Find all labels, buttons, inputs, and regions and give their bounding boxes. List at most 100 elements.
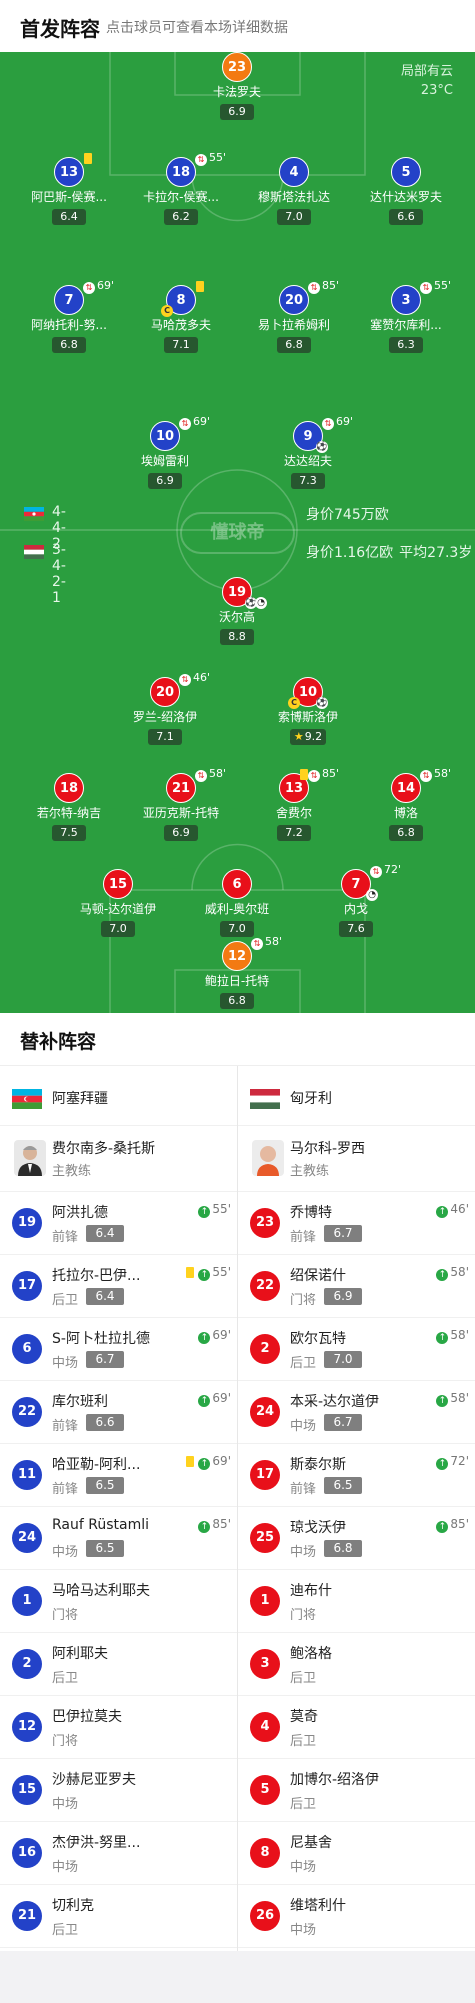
lineup-title: 首发阵容	[20, 17, 100, 41]
sub-player-row[interactable]: 24 本采-达尔道伊 中场 6.7 ↑ 58'	[238, 1381, 475, 1444]
coach-avatar	[14, 1140, 46, 1176]
player-name: 舍费尔	[275, 806, 312, 820]
sub-out-icon: ⇅	[195, 154, 207, 166]
sub-player-row[interactable]: 2 阿利耶夫 后卫	[0, 1633, 237, 1696]
jersey-number: 10	[150, 421, 180, 451]
sub-player-row[interactable]: 3 鲍洛格 后卫	[238, 1633, 475, 1696]
away-player-6[interactable]: 6 威利-奥尔班 7.0	[191, 869, 283, 937]
sub-player-row[interactable]: 5 加博尔-绍洛伊 后卫	[238, 1759, 475, 1822]
home-player-13[interactable]: 13 阿巴斯-侯赛... 6.4	[23, 153, 115, 225]
sub-player-row[interactable]: 24 Rauf Rüstamli 中场 6.5 ↑ 85'	[0, 1507, 237, 1570]
sub-player-row[interactable]: 22 库尔班利 前锋 6.6 ↑ 69'	[0, 1381, 237, 1444]
sub-player-position: 后卫	[52, 1293, 79, 1308]
home-player-20[interactable]: 20 易卜拉希姆利 6.8 ⇅ 85'	[248, 279, 340, 353]
away-bench-team[interactable]: 匈牙利	[238, 1066, 475, 1126]
home-market-value: 身价745万欧	[306, 507, 389, 523]
sub-player-row[interactable]: 17 托拉尔-巴伊... 后卫 6.4 ↑ 55'	[0, 1255, 237, 1318]
sub-player-row[interactable]: 2 欧尔瓦特 后卫 7.0 ↑ 58'	[238, 1318, 475, 1381]
sub-player-row[interactable]: 16 杰伊洪-努里... 中场	[0, 1822, 237, 1885]
jersey-number: 23	[222, 52, 252, 82]
sub-player-name: S-阿卜杜拉扎德	[52, 1331, 150, 1347]
home-player-3[interactable]: 3 塞赞尔库利... 6.3 ⇅ 55'	[360, 279, 452, 353]
home-player-9[interactable]: 9 达达绍夫 7.3 ⇅ 69' ⚽	[262, 415, 354, 489]
sub-in-event: ↑ 58'	[436, 1391, 469, 1407]
away-player-10[interactable]: 10 索博斯洛伊 ★9.2 C ⚽	[262, 677, 354, 745]
sub-in-event: ↑ 69'	[198, 1454, 231, 1470]
player-rating: ★9.2	[289, 729, 327, 745]
sub-player-row[interactable]: 1 迪布什 门将	[238, 1570, 475, 1633]
away-avg-age: 平均27.3岁	[399, 545, 473, 561]
sub-player-position: 后卫	[290, 1356, 317, 1371]
sub-in-icon: ↑	[436, 1269, 449, 1281]
yellow-card-icon	[186, 1267, 194, 1278]
sub-player-name: 琼戈沃伊	[290, 1520, 346, 1536]
home-bench-team-name: 阿塞拜疆	[52, 1091, 108, 1107]
sub-player-row[interactable]: 19 阿洪扎德 前锋 6.4 ↑ 55'	[0, 1192, 237, 1255]
sub-player-name: 阿利耶夫	[52, 1646, 108, 1662]
sub-out-event: ⇅ 69'	[83, 279, 114, 294]
sub-out-event: ⇅ 69'	[322, 415, 353, 430]
sub-in-event: ↑ 46'	[436, 1202, 469, 1218]
sub-player-row[interactable]: 4 莫奇 后卫	[238, 1696, 475, 1759]
sub-player-row[interactable]: 26 维塔利什 中场	[238, 1885, 475, 1948]
home-bench-team[interactable]: 阿塞拜疆	[0, 1066, 237, 1126]
home-player-10[interactable]: 10 埃姆雷利 6.9 ⇅ 69'	[119, 415, 211, 489]
sub-player-rating: 6.6	[86, 1414, 124, 1431]
sub-player-row[interactable]: 6 S-阿卜杜拉扎德 中场 6.7 ↑ 69'	[0, 1318, 237, 1381]
sub-player-rating: 6.5	[86, 1477, 124, 1494]
sub-player-row[interactable]: 17 斯泰尔斯 前锋 6.5 ↑ 72'	[238, 1444, 475, 1507]
sub-player-row[interactable]: 12 巴伊拉莫夫 门将	[0, 1696, 237, 1759]
sub-jersey-number: 12	[12, 1712, 42, 1742]
home-player-7[interactable]: 7 阿纳托利-努... 6.8 ⇅ 69'	[23, 279, 115, 353]
sub-in-event: ↑ 55'	[198, 1265, 231, 1281]
player-rating: 6.8	[220, 993, 254, 1009]
player-rating: 7.0	[277, 209, 311, 225]
away-coach[interactable]: 马尔科-罗西 主教练	[238, 1126, 475, 1192]
sub-jersey-number: 25	[250, 1523, 280, 1553]
bench-header: 替补阵容	[0, 1013, 475, 1066]
sub-player-row[interactable]: 21 切利克 后卫	[0, 1885, 237, 1948]
player-rating: 6.3	[389, 337, 423, 353]
home-player-18[interactable]: 18 卡拉尔-侯赛... 6.2 ⇅ 55'	[135, 151, 227, 225]
home-player-8[interactable]: 8 马哈茂多夫 7.1 C	[135, 281, 227, 353]
jersey-number: 18	[166, 157, 196, 187]
home-player-5[interactable]: 5 达什达米罗夫 6.6	[360, 157, 452, 225]
sub-player-row[interactable]: 15 沙赫尼亚罗夫 中场	[0, 1759, 237, 1822]
player-name: 埃姆雷利	[140, 454, 189, 468]
sub-player-rating: 6.5	[86, 1540, 124, 1557]
sub-jersey-number: 19	[12, 1208, 42, 1238]
sub-in-event: ↑ 55'	[198, 1202, 231, 1218]
sub-player-row[interactable]: 23 乔博特 前锋 6.7 ↑ 46'	[238, 1192, 475, 1255]
home-coach[interactable]: 费尔南多-桑托斯 主教练	[0, 1126, 237, 1192]
away-player-19[interactable]: 19 沃尔高 8.8 ⚽ ◔	[191, 577, 283, 645]
sub-player-rating: 6.7	[324, 1414, 362, 1431]
sub-jersey-number: 1	[12, 1586, 42, 1616]
sub-player-name: 乔博特	[290, 1205, 332, 1221]
player-rating: 8.8	[220, 629, 254, 645]
away-player-15[interactable]: 15 马顿-达尔道伊 7.0	[72, 869, 164, 937]
player-rating: 7.0	[101, 921, 135, 937]
player-name: 若尔特-纳吉	[36, 806, 102, 820]
away-player-18[interactable]: 18 若尔特-纳吉 7.5	[23, 773, 115, 841]
player-rating: 7.1	[164, 337, 198, 353]
home-player-4[interactable]: 4 穆斯塔法扎达 7.0	[248, 157, 340, 225]
sub-player-position: 门将	[290, 1608, 317, 1623]
away-player-14[interactable]: 14 博洛 6.8 ⇅ 58'	[360, 767, 452, 841]
sub-player-name: 阿洪扎德	[52, 1205, 108, 1221]
sub-player-position: 中场	[52, 1356, 79, 1371]
sub-player-row[interactable]: 22 绍保诺什 门将 6.9 ↑ 58'	[238, 1255, 475, 1318]
away-player-12[interactable]: 12 鲍拉日-托特 6.8 ⇅ 58'	[191, 935, 283, 1009]
sub-out-icon: ⇅	[83, 282, 95, 294]
yellow-card-icon	[186, 1456, 194, 1467]
home-player-23[interactable]: 23 卡法罗夫 6.9	[191, 52, 283, 120]
away-player-13[interactable]: 13 舍费尔 7.2 ⇅ 85'	[248, 767, 340, 841]
away-player-21[interactable]: 21 亚历克斯-托特 6.9 ⇅ 58'	[135, 767, 227, 841]
sub-player-row[interactable]: 11 哈亚勒-阿利... 前锋 6.5 ↑ 69'	[0, 1444, 237, 1507]
sub-player-row[interactable]: 25 琼戈沃伊 中场 6.8 ↑ 85'	[238, 1507, 475, 1570]
away-player-20[interactable]: 20 罗兰-绍洛伊 7.1 ⇅ 46'	[119, 671, 211, 745]
sub-in-icon: ↑	[198, 1269, 211, 1281]
away-player-7[interactable]: 7 内戈 7.6 ⇅ 72' ◔	[310, 863, 402, 937]
sub-jersey-number: 21	[12, 1901, 42, 1931]
sub-player-row[interactable]: 1 马哈马达利耶夫 门将	[0, 1570, 237, 1633]
sub-player-row[interactable]: 8 尼基舍 中场	[238, 1822, 475, 1885]
